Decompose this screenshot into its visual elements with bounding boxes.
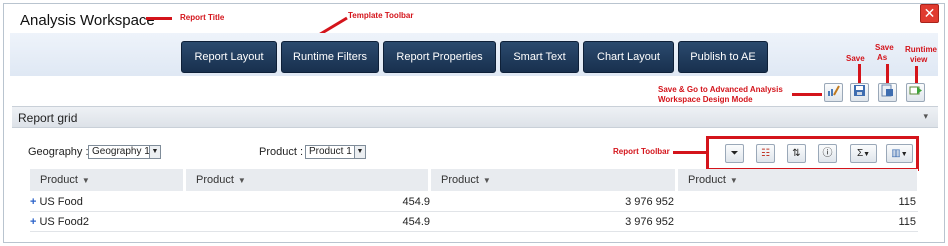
- chevron-down-icon: ▼: [354, 146, 365, 158]
- value-cell: 454.9: [402, 196, 430, 208]
- row-label-cell: + US Food: [30, 192, 83, 212]
- column-header-product-4[interactable]: Product ▼: [678, 169, 918, 191]
- annotation-save: Save: [846, 54, 865, 63]
- annotation-advanced-1: Save & Go to Advanced Analysis: [658, 85, 783, 94]
- column-header-product-1[interactable]: Product ▼: [30, 169, 184, 191]
- column-header-product-3[interactable]: Product ▼: [431, 169, 676, 191]
- sort-icon[interactable]: ⇅: [787, 144, 806, 163]
- save-as-icon[interactable]: [878, 83, 897, 102]
- product-select-value: Product 1: [309, 146, 352, 157]
- runtime-filters-button[interactable]: Runtime Filters: [281, 41, 379, 73]
- annotation-arrow-report-toolbar: [673, 151, 706, 154]
- column-header-product-2[interactable]: Product ▼: [186, 169, 429, 191]
- annotation-report-title: Report Title: [180, 13, 225, 22]
- chevron-down-icon: ▼: [863, 151, 871, 158]
- row-label: US Food2: [39, 216, 89, 228]
- value-cell: 115: [898, 196, 916, 208]
- sort-arrow-icon[interactable]: ▼: [730, 176, 738, 185]
- info-icon[interactable]: ⓘ: [818, 144, 837, 163]
- chart-icon: ▥: [891, 148, 901, 159]
- product-select[interactable]: Product 1 ▼: [305, 145, 366, 159]
- annotation-template-toolbar: Template Toolbar: [348, 11, 414, 20]
- chart-layout-button[interactable]: Chart Layout: [583, 41, 674, 73]
- product-filter-label: Product :: [259, 146, 304, 158]
- geography-filter-label: Geography :: [28, 146, 89, 158]
- annotation-advanced-2: Workspace Design Mode: [658, 95, 753, 104]
- value-cell: 115: [898, 216, 916, 228]
- save-icon[interactable]: [850, 83, 869, 102]
- sort-arrow-icon[interactable]: ▼: [238, 176, 246, 185]
- expand-icon[interactable]: +: [30, 216, 36, 228]
- value-cell: 3 976 952: [625, 216, 674, 228]
- sum-dropdown-button[interactable]: Σ▼: [850, 144, 877, 163]
- row-label: US Food: [39, 196, 83, 208]
- chevron-down-icon: ▼: [149, 146, 160, 158]
- row-label-cell: + US Food2: [30, 212, 89, 232]
- sort-arrow-icon[interactable]: ▼: [483, 176, 491, 185]
- geography-select[interactable]: Geography 1 ▼: [88, 145, 161, 159]
- annotation-report-toolbar: Report Toolbar: [613, 147, 670, 156]
- table-row: + US Food2 454.9 3 976 952 115: [30, 212, 918, 232]
- expand-icon[interactable]: +: [30, 196, 36, 208]
- column-header-label: Product: [441, 174, 479, 186]
- annotation-save-as-1: Save: [875, 43, 894, 52]
- advanced-design-icon[interactable]: [824, 83, 843, 102]
- table-row: + US Food 454.9 3 976 952 115: [30, 192, 918, 212]
- annotation-arrow-save-as: [886, 64, 889, 84]
- value-cell: 3 976 952: [625, 196, 674, 208]
- chevron-down-icon: ▼: [900, 151, 908, 158]
- annotation-runtime-1: Runtime: [905, 45, 937, 54]
- report-grid-title: Report grid: [18, 111, 78, 125]
- report-grid-header: Report grid ▾: [12, 106, 938, 128]
- columns-icon[interactable]: ☷: [756, 144, 775, 163]
- runtime-view-icon[interactable]: [906, 83, 925, 102]
- annotation-arrow-report-title: [146, 17, 172, 20]
- annotation-arrow-save: [858, 64, 861, 84]
- collapse-icon[interactable]: ▾: [923, 111, 928, 122]
- report-properties-button[interactable]: Report Properties: [383, 41, 496, 73]
- close-button[interactable]: ✕: [920, 4, 939, 23]
- publish-to-ae-button[interactable]: Publish to AE: [678, 41, 768, 73]
- window-title: Analysis Workspace: [20, 12, 155, 29]
- column-header-label: Product: [688, 174, 726, 186]
- filter-icon[interactable]: ⏷: [725, 144, 744, 163]
- column-header-label: Product: [40, 174, 78, 186]
- chart-dropdown-button[interactable]: ▥▼: [886, 144, 913, 163]
- geography-select-value: Geography 1: [92, 146, 150, 157]
- column-header-label: Product: [196, 174, 234, 186]
- annotation-arrow-runtime: [915, 66, 918, 84]
- annotation-arrow-advanced: [792, 93, 822, 96]
- sort-arrow-icon[interactable]: ▼: [82, 176, 90, 185]
- annotation-save-as-2: As: [877, 53, 888, 62]
- value-cell: 454.9: [402, 216, 430, 228]
- annotation-runtime-2: view: [910, 55, 928, 64]
- report-layout-button[interactable]: Report Layout: [181, 41, 277, 73]
- smart-text-button[interactable]: Smart Text: [500, 41, 579, 73]
